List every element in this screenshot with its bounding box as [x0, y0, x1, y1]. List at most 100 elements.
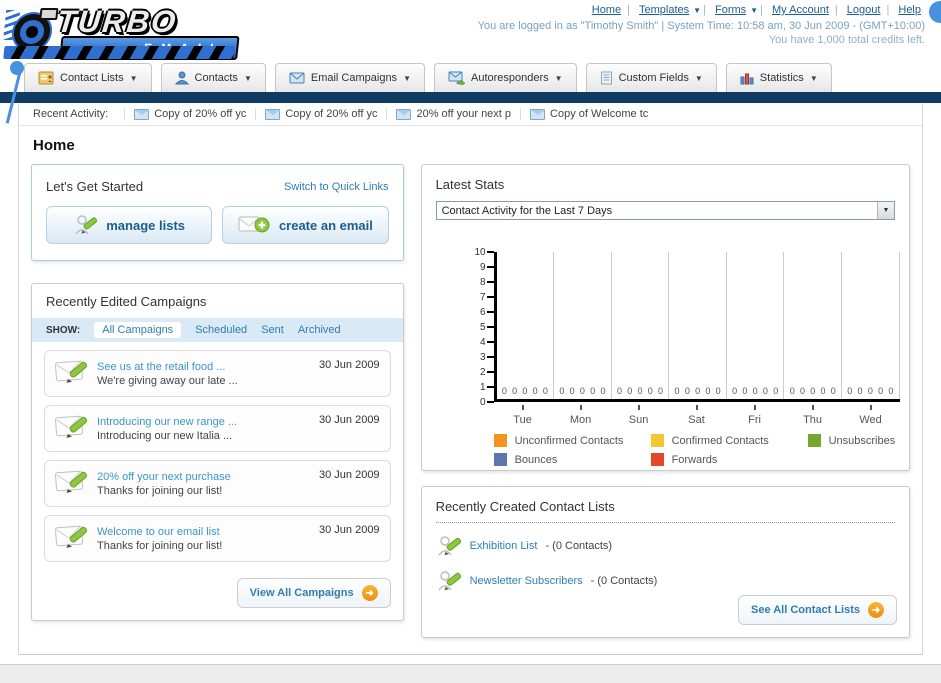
chevron-down-icon: ▼	[877, 202, 894, 219]
view-all-campaigns-button[interactable]: View All Campaigns ➜	[236, 578, 391, 608]
nav-link-help[interactable]: Help	[898, 4, 921, 16]
tab-contacts[interactable]: Contacts ▼	[160, 63, 266, 92]
nav-link-home[interactable]: Home	[592, 4, 621, 16]
contact-list-count: - (0 Contacts)	[590, 575, 658, 587]
contact-list-row[interactable]: Newsletter Subscribers - (0 Contacts)	[436, 568, 895, 594]
envelope-icon	[134, 108, 150, 120]
legend-swatch	[650, 434, 664, 447]
tab-label: Statistics	[759, 72, 804, 84]
chevron-down-icon: ▼	[693, 6, 702, 15]
create-an-email-button[interactable]: create an email	[222, 206, 389, 244]
campaign-title-link[interactable]: Introducing our new range ...	[97, 416, 319, 428]
filter-sent[interactable]: Sent	[261, 324, 284, 336]
bar-value-label: 0	[773, 386, 779, 396]
filter-scheduled[interactable]: Scheduled	[195, 324, 247, 336]
y-axis-tick-label: 6	[480, 307, 486, 318]
bar-value-label: 0	[715, 386, 721, 396]
chevron-down-icon: ▼	[243, 73, 252, 83]
contact-list-link[interactable]: Newsletter Subscribers	[470, 575, 583, 587]
campaign-row[interactable]: 20% off your next purchase Thanks for joi…	[44, 460, 391, 507]
contact-lists-title: Recently Created Contact Lists	[435, 499, 615, 514]
page-title: Home	[33, 137, 75, 154]
chevron-down-icon: ▼	[129, 73, 138, 83]
x-axis-label: Fri	[726, 405, 784, 428]
campaigns-filter-bar: SHOW: All Campaigns Scheduled Sent Archi…	[32, 318, 403, 342]
tab-label: Contact Lists	[60, 72, 124, 84]
turbocharger-icon	[3, 8, 59, 50]
x-axis-label: Tue	[494, 405, 552, 428]
envelope-icon	[289, 72, 305, 84]
nav-link-my-account[interactable]: My Account	[772, 4, 829, 16]
chevron-down-icon: ▼	[403, 73, 411, 83]
bar-value-label: 0	[684, 386, 690, 396]
campaign-row[interactable]: Introducing our new range ... Introducing…	[44, 405, 391, 452]
y-axis-tick-mark	[486, 311, 494, 313]
switch-to-quick-links-link[interactable]: Switch to Quick Links	[284, 181, 389, 193]
chart-column: 00000	[669, 252, 727, 399]
stats-dropdown[interactable]: Contact Activity for the Last 7 Days ▼	[435, 201, 895, 220]
campaign-title-link[interactable]: Welcome to our email list	[97, 526, 319, 538]
tab-label: Autoresponders	[470, 72, 549, 84]
tab-contact-lists[interactable]: Contact Lists ▼	[24, 63, 152, 92]
recent-activity-item[interactable]: Copy of Welcome tc	[520, 108, 657, 120]
legend-swatch	[493, 453, 507, 466]
campaign-title-link[interactable]: See us at the retail food ...	[97, 361, 319, 373]
stats-dropdown-value: Contact Activity for the Last 7 Days	[441, 204, 613, 217]
recently-edited-campaigns-panel: Recently Edited Campaigns SHOW: All Camp…	[31, 283, 404, 621]
tab-custom-fields[interactable]: Custom Fields ▼	[585, 63, 717, 92]
campaign-row[interactable]: Welcome to our email list Thanks for join…	[44, 515, 391, 562]
bar-value-label: 0	[674, 386, 680, 396]
bar-value-label: 0	[857, 386, 863, 396]
bar-value-label: 0	[820, 386, 826, 396]
bar-value-label: 0	[658, 386, 664, 396]
y-axis-tick-mark	[486, 266, 494, 268]
bar-value-label: 0	[705, 386, 711, 396]
tab-autoresponders[interactable]: Autoresponders ▼	[433, 63, 577, 92]
y-axis-tick-mark	[486, 371, 494, 373]
contact-list-link[interactable]: Exhibition List	[470, 540, 538, 552]
legend-item: Unconfirmed Contacts	[493, 434, 651, 447]
tab-label: Custom Fields	[618, 72, 689, 84]
recent-activity-item[interactable]: 20% off your next p	[386, 108, 520, 120]
y-axis-tick-mark	[486, 386, 494, 388]
envelope-pencil-icon	[55, 360, 88, 383]
chart-x-labels: Tue Mon Sun Sat Fri Thu Wed	[494, 405, 900, 428]
manage-lists-button[interactable]: manage lists	[46, 206, 213, 244]
content-frame: Recent Activity: Copy of 20% off yc Copy…	[18, 103, 923, 655]
campaign-title-link[interactable]: 20% off your next purchase	[97, 471, 319, 483]
filter-all-campaigns[interactable]: All Campaigns	[94, 322, 182, 338]
bar-value-label: 0	[789, 386, 795, 396]
x-axis-label: Sun	[610, 405, 668, 428]
document-icon	[600, 71, 612, 85]
header-right: Home | Templates ▼ | Forms ▼ | My Account | Lo…	[478, 4, 925, 46]
legend-swatch	[650, 453, 664, 466]
nav-link-templates[interactable]: Templates	[639, 4, 689, 16]
chart-column: 00000	[842, 252, 900, 399]
tab-statistics[interactable]: Statistics ▼	[725, 63, 832, 92]
login-status: You are logged in as "Timothy Smith" | S…	[477, 20, 925, 32]
chart-column: 00000	[784, 252, 843, 399]
bar-value-label: 0	[569, 386, 575, 396]
contact-list-row[interactable]: Exhibition List - (0 Contacts)	[436, 533, 895, 559]
recent-activity-label: Recent Activity:	[33, 108, 109, 120]
campaign-row[interactable]: See us at the retail food ... We're givin…	[44, 350, 391, 397]
bar-value-label: 0	[647, 386, 653, 396]
recent-activity-item[interactable]: Copy of 20% off yc	[124, 108, 255, 120]
recent-activity-item[interactable]: Copy of 20% off yc	[255, 108, 386, 120]
bar-value-label: 0	[830, 386, 836, 396]
main-content: Home Let's Get Started Switch to Quick L…	[19, 126, 922, 638]
y-axis-tick-label: 7	[480, 292, 486, 303]
y-axis-tick-label: 8	[480, 277, 486, 288]
y-axis-tick-label: 9	[480, 262, 486, 273]
nav-link-logout[interactable]: Logout	[847, 4, 881, 16]
see-all-contact-lists-button[interactable]: See All Contact Lists ➜	[737, 595, 897, 625]
campaign-date: 30 Jun 2009	[319, 414, 380, 426]
nav-link-forms[interactable]: Forms	[715, 4, 746, 16]
person-pencil-icon	[437, 571, 461, 591]
chevron-down-icon: ▼	[809, 73, 818, 83]
y-axis-tick-label: 3	[480, 352, 486, 363]
filter-archived[interactable]: Archived	[298, 324, 341, 336]
tab-email-campaigns[interactable]: Email Campaigns ▼	[274, 63, 425, 92]
get-started-panel: Let's Get Started Switch to Quick Links …	[31, 164, 404, 261]
y-axis-tick-mark	[486, 341, 494, 343]
